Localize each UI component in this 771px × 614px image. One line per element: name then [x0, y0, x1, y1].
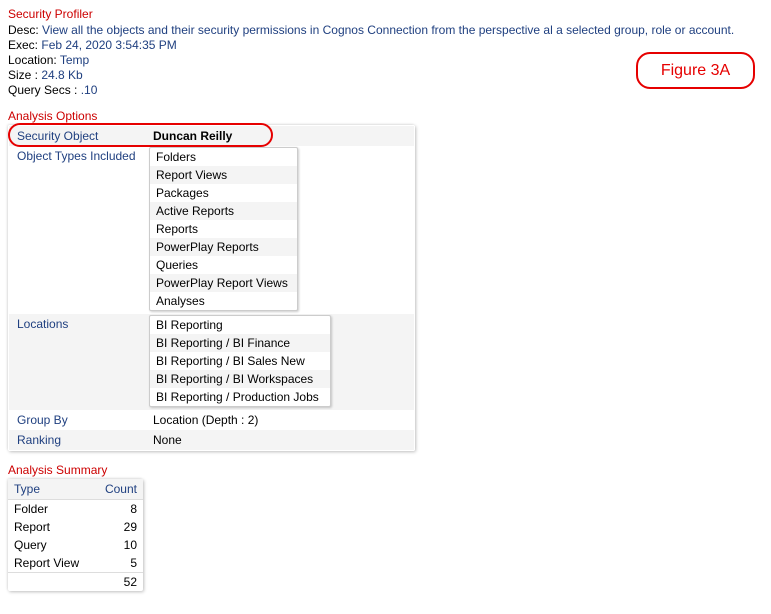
- summary-total-label: [8, 573, 87, 591]
- security-object-row: Security Object Duncan Reilly: [9, 126, 414, 146]
- ranking-value: None: [149, 430, 414, 450]
- locations-label: Locations: [9, 314, 149, 334]
- summary-total-value: 52: [87, 573, 143, 591]
- summary-count: 5: [87, 554, 143, 572]
- group-by-label: Group By: [9, 410, 149, 430]
- ranking-label: Ranking: [9, 430, 149, 450]
- summary-count: 29: [87, 518, 143, 536]
- col-count-header: Count: [87, 479, 143, 499]
- col-type-header: Type: [8, 479, 87, 499]
- size-value: 24.8 Kb: [41, 68, 82, 82]
- list-item: Active Reports: [150, 202, 297, 220]
- location-label: Location:: [8, 53, 57, 67]
- object-types-label: Object Types Included: [9, 146, 149, 166]
- list-item: BI Reporting / BI Sales New: [150, 352, 330, 370]
- object-types-row: Object Types Included Folders Report Vie…: [9, 146, 414, 314]
- exec-line: Exec: Feb 24, 2020 3:54:35 PM: [8, 38, 763, 52]
- query-secs-value: .10: [81, 83, 98, 97]
- exec-label: Exec:: [8, 38, 38, 52]
- summary-count: 10: [87, 536, 143, 554]
- summary-header: Type Count: [8, 479, 143, 500]
- table-row: Query 10: [8, 536, 143, 554]
- exec-value: Feb 24, 2020 3:54:35 PM: [41, 38, 176, 52]
- group-by-row: Group By Location (Depth : 2): [9, 410, 414, 430]
- list-item: BI Reporting: [150, 316, 330, 334]
- list-item: Folders: [150, 148, 297, 166]
- security-object-value: Duncan Reilly: [149, 126, 414, 146]
- list-item: Reports: [150, 220, 297, 238]
- list-item: PowerPlay Report Views: [150, 274, 297, 292]
- analysis-summary-title: Analysis Summary: [8, 463, 763, 477]
- list-item: PowerPlay Reports: [150, 238, 297, 256]
- analysis-options-panel: Security Object Duncan Reilly Object Typ…: [8, 125, 415, 451]
- summary-type: Report: [8, 518, 87, 536]
- locations-box: BI Reporting BI Reporting / BI Finance B…: [149, 315, 331, 407]
- list-item: Packages: [150, 184, 297, 202]
- analysis-options-title: Analysis Options: [8, 109, 763, 123]
- location-value: Temp: [60, 53, 89, 67]
- list-item: Report Views: [150, 166, 297, 184]
- object-types-box: Folders Report Views Packages Active Rep…: [149, 147, 298, 311]
- desc-label: Desc:: [8, 23, 39, 37]
- figure-badge: Figure 3A: [636, 52, 755, 89]
- list-item: Queries: [150, 256, 297, 274]
- summary-footer: 52: [8, 572, 143, 591]
- security-object-label: Security Object: [9, 126, 149, 146]
- list-item: BI Reporting / Production Jobs: [150, 388, 330, 406]
- desc-line: Desc: View all the objects and their sec…: [8, 23, 763, 37]
- summary-type: Report View: [8, 554, 87, 572]
- table-row: Report 29: [8, 518, 143, 536]
- summary-type: Folder: [8, 500, 87, 518]
- list-item: Analyses: [150, 292, 297, 310]
- list-item: BI Reporting / BI Workspaces: [150, 370, 330, 388]
- summary-type: Query: [8, 536, 87, 554]
- table-row: Folder 8: [8, 500, 143, 518]
- group-by-value: Location (Depth : 2): [149, 410, 414, 430]
- analysis-summary-table: Type Count Folder 8 Report 29 Query 10 R…: [8, 479, 143, 591]
- size-label: Size :: [8, 68, 38, 82]
- locations-row: Locations BI Reporting BI Reporting / BI…: [9, 314, 414, 410]
- desc-value: View all the objects and their security …: [42, 23, 734, 37]
- ranking-row: Ranking None: [9, 430, 414, 450]
- table-row: Report View 5: [8, 554, 143, 572]
- summary-count: 8: [87, 500, 143, 518]
- report-title: Security Profiler: [8, 7, 763, 21]
- list-item: BI Reporting / BI Finance: [150, 334, 330, 352]
- query-secs-label: Query Secs :: [8, 83, 77, 97]
